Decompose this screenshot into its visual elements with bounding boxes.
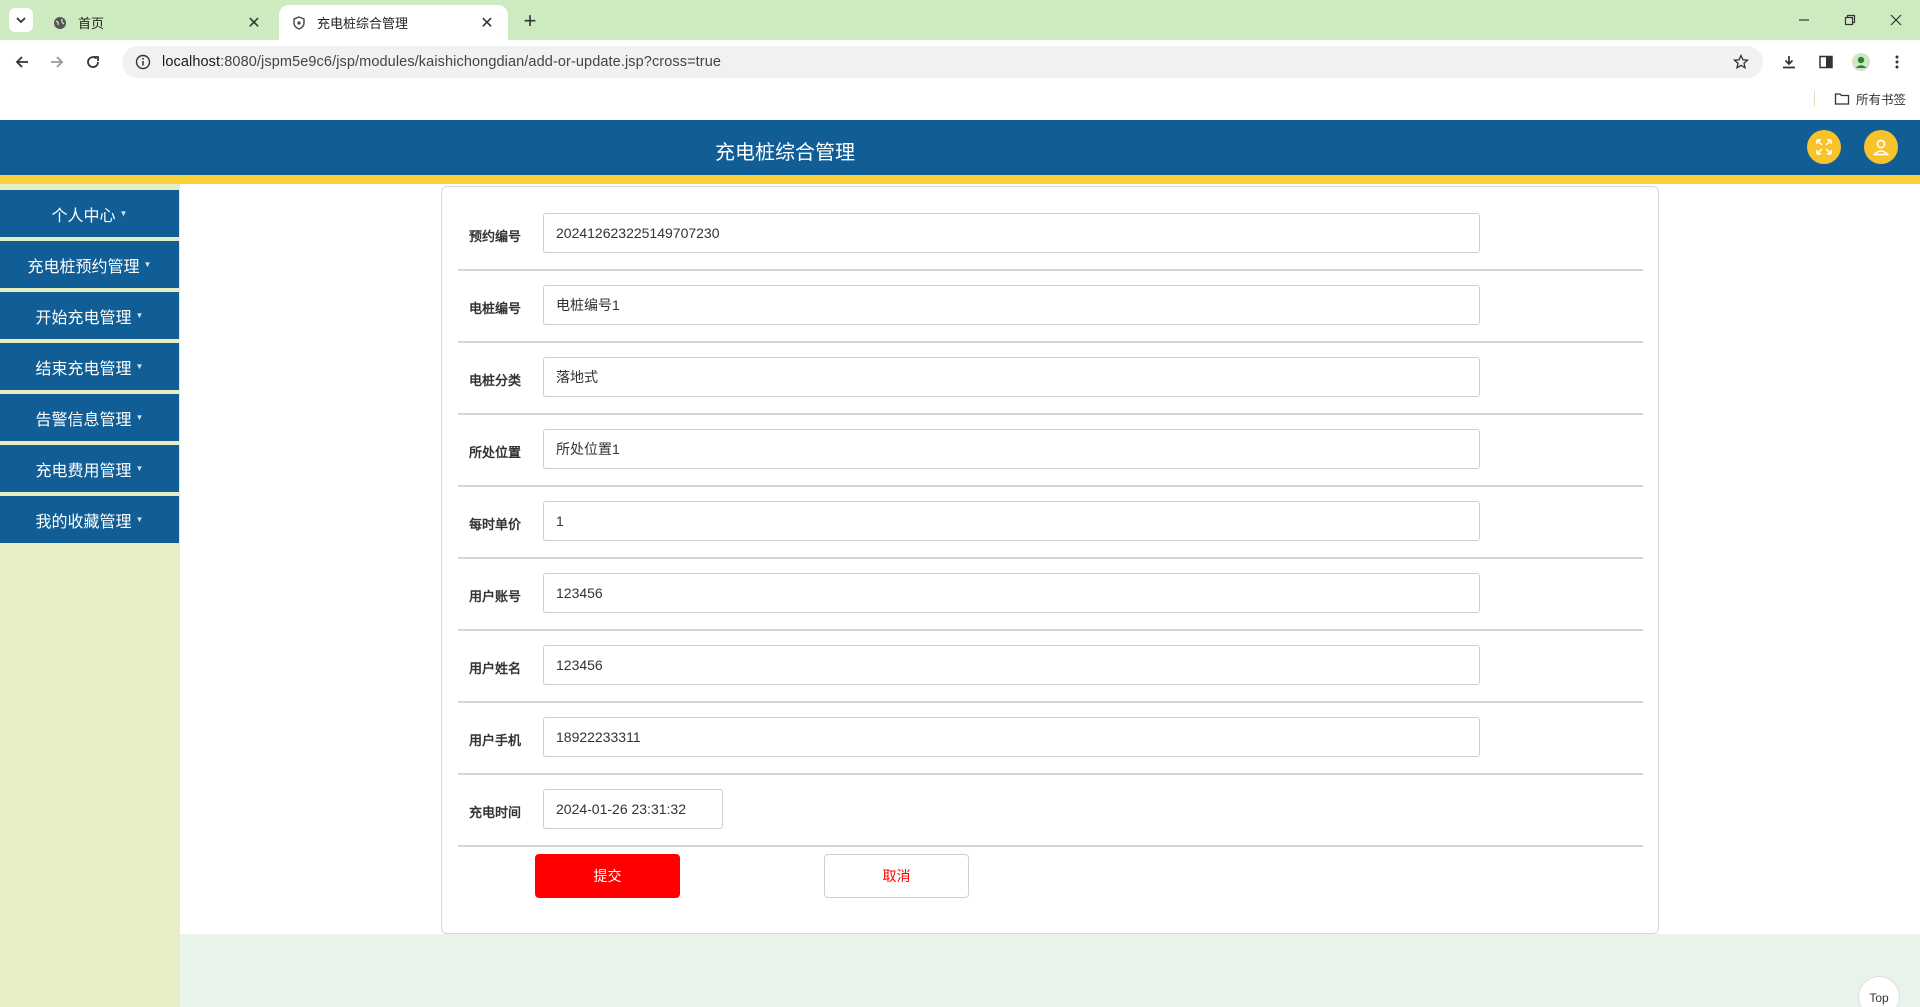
form-row-user-name: 用户姓名 [458,631,1643,703]
bookmarks-divider [1814,91,1815,107]
tab-title: 充电桩综合管理 [317,16,409,31]
user-icon [1872,139,1890,156]
back-button[interactable] [8,48,36,76]
arrow-right-icon [51,56,64,68]
form-row-pile-no: 电桩编号 [458,271,1643,343]
browser-tab-active[interactable]: 充电桩综合管理 ✕ [279,5,508,40]
field-label: 所处位置 [469,445,522,460]
all-bookmarks-label: 所有书签 [1856,93,1907,107]
reload-icon [87,56,99,68]
sidebar-item-label: 充电费用管理 [35,462,132,480]
sidebar-item-label: 告警信息管理 [35,411,132,429]
reservation-no-input[interactable] [543,213,1480,253]
sidebar-item-alarm[interactable]: 告警信息管理 ▼ [0,394,179,443]
url-text: localhost:8080/jspm5e9c6/jsp/modules/kai… [162,54,722,70]
caret-down-icon: ▼ [135,362,144,371]
charging-form: 预约编号 电桩编号 电桩分类 所处位置 每时单价 用户账号 用户姓名 用户手机 … [441,186,1659,934]
caret-down-icon: ▼ [135,413,144,422]
sidebar-item-label: 开始充电管理 [35,309,132,327]
field-label: 充电时间 [469,805,522,820]
more-vert-icon [1895,55,1899,69]
user-name-input[interactable] [543,645,1480,685]
location-input[interactable] [543,429,1480,469]
side-panel-icon [1819,55,1833,69]
browser-menu-button[interactable] [1884,49,1910,75]
tab-title: 首页 [78,16,105,31]
sidebar: 个人中心 ▼ 充电桩预约管理 ▼ 开始充电管理 ▼ 结束充电管理 ▼ 告警信息管理 ▼ 充… [0,184,180,1007]
close-window-button[interactable] [1873,8,1919,32]
site-info-icon[interactable] [134,53,152,71]
user-phone-input[interactable] [543,717,1480,757]
profile-button[interactable] [1848,49,1874,75]
form-row-location: 所处位置 [458,415,1643,487]
shield-icon [291,15,307,31]
folder-icon [1834,92,1850,106]
caret-down-icon: ▼ [119,209,128,218]
new-tab-button[interactable]: + [518,8,542,33]
app-header: 充电桩综合管理 [0,120,1920,175]
sidebar-item-favorites[interactable]: 我的收藏管理 ▼ [0,496,179,545]
back-to-top-button[interactable]: Top [1858,976,1900,1007]
bookmark-star-icon[interactable] [1731,52,1751,72]
avatar-icon [1852,53,1870,71]
field-label: 用户手机 [469,733,522,748]
form-row-charge-time: 充电时间 [458,775,1643,847]
close-tab-icon[interactable]: ✕ [478,14,496,32]
arrow-left-icon [15,56,28,68]
globe-icon [52,15,68,31]
hourly-price-input[interactable] [543,501,1480,541]
sidebar-item-label: 结束充电管理 [35,360,132,378]
field-label: 用户账号 [469,589,522,604]
address-bar[interactable]: localhost:8080/jspm5e9c6/jsp/modules/kai… [122,46,1763,78]
all-bookmarks-button[interactable]: 所有书签 [1834,89,1906,108]
sidebar-item-label: 个人中心 [51,207,116,225]
header-accent-band [0,175,1920,184]
pile-category-input[interactable] [543,357,1480,397]
form-row-pile-category: 电桩分类 [458,343,1643,415]
caret-down-icon: ▼ [143,260,152,269]
sidebar-item-start-charging[interactable]: 开始充电管理 ▼ [0,292,179,341]
submit-button[interactable]: 提交 [535,854,680,898]
field-label: 每时单价 [469,517,522,532]
sidebar-item-label: 我的收藏管理 [35,513,132,531]
form-row-hourly-price: 每时单价 [458,487,1643,559]
sidebar-item-reservation[interactable]: 充电桩预约管理 ▼ [0,241,179,290]
browser-toolbar: localhost:8080/jspm5e9c6/jsp/modules/kai… [0,40,1920,82]
forward-button[interactable] [43,48,71,76]
field-label: 电桩编号 [469,301,522,316]
form-row-user-account: 用户账号 [458,559,1643,631]
form-row-reservation-no: 预约编号 [458,199,1643,271]
download-button[interactable] [1776,49,1802,75]
download-icon [1783,56,1795,69]
cancel-button[interactable]: 取消 [824,854,969,898]
bookmarks-bar: 所有书签 [0,82,1920,120]
restore-button[interactable] [1827,8,1873,32]
close-tab-icon[interactable]: ✕ [245,14,263,32]
fullscreen-icon [1816,139,1832,155]
form-row-user-phone: 用户手机 [458,703,1643,775]
caret-down-icon: ▼ [135,311,144,320]
browser-tab-home[interactable]: 首页 ✕ [40,5,275,40]
field-label: 用户姓名 [469,661,522,676]
caret-down-icon: ▼ [135,515,144,524]
field-label: 预约编号 [469,229,522,244]
reload-button[interactable] [79,48,107,76]
user-account-input[interactable] [543,573,1480,613]
page-title: 充电桩综合管理 [715,142,855,164]
fullscreen-button[interactable] [1807,130,1841,164]
pile-no-input[interactable] [543,285,1480,325]
browser-tabstrip: 首页 ✕ 充电桩综合管理 ✕ + [0,0,1920,40]
minimize-button[interactable] [1781,8,1827,32]
sidebar-item-label: 充电桩预约管理 [27,258,140,276]
sidebar-item-personal-center[interactable]: 个人中心 ▼ [0,190,179,239]
caret-down-icon: ▼ [135,464,144,473]
tab-search-button[interactable] [9,8,33,32]
chevron-down-icon [16,17,26,24]
user-button[interactable] [1864,130,1898,164]
sidebar-item-fee[interactable]: 充电费用管理 ▼ [0,445,179,494]
sidebar-item-end-charging[interactable]: 结束充电管理 ▼ [0,343,179,392]
field-label: 电桩分类 [469,373,522,388]
side-panel-button[interactable] [1813,49,1839,75]
charge-time-input[interactable] [543,789,723,829]
